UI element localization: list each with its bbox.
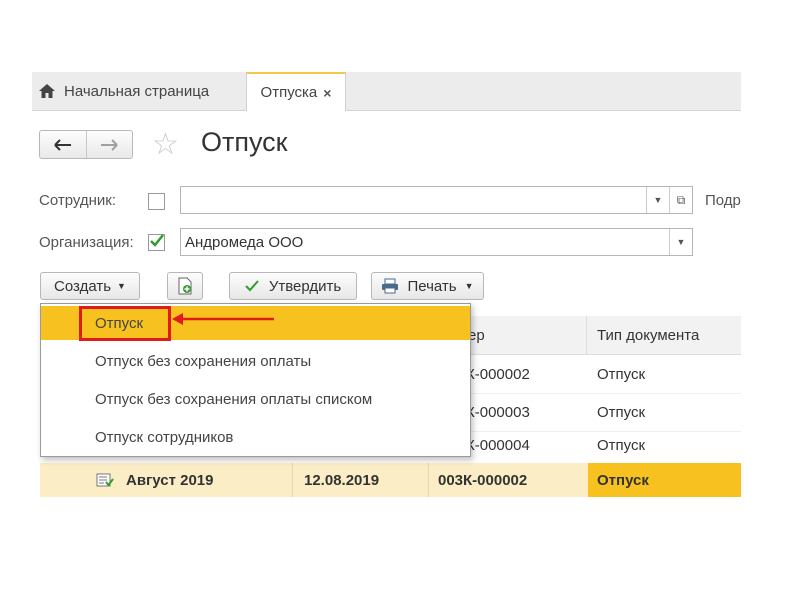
column-divider [428,463,429,497]
column-header-doc-type[interactable]: Тип документа [597,316,699,354]
create-button-label: Создать [54,277,112,295]
open-window-icon: ⧉ [676,192,686,207]
cell-number: К-000004 [466,436,530,454]
organization-field[interactable]: Андромеда ООО ▼ [180,228,693,256]
tab-home[interactable]: Начальная страница [32,72,249,110]
menu-item-unpaid-vacation-list[interactable]: Отпуск без сохранения оплаты списком [41,380,470,418]
cell-number: К-000003 [466,403,530,421]
organization-value: Андромеда ООО [185,233,304,251]
checkmark-icon [150,234,164,247]
menu-item-employee-vacations[interactable]: Отпуск сотрудников [41,418,470,456]
subdivision-label: Подр [705,192,741,209]
menu-item-unpaid-vacation[interactable]: Отпуск без сохранения оплаты [41,342,470,380]
print-button[interactable]: Печать ▼ [371,272,484,300]
print-button-label: Печать [407,277,457,295]
organization-label: Организация: [39,234,134,251]
cell-doc-type: Отпуск [597,365,646,383]
home-icon [39,84,55,98]
employee-label: Сотрудник: [39,192,117,209]
checkmark-icon [245,280,259,292]
page-title: Отпуск [201,127,288,157]
column-divider [292,463,293,497]
tab-home-label: Начальная страница [64,82,210,100]
nav-buttons [39,130,133,159]
document-posted-icon [96,473,114,487]
copy-document-button[interactable] [167,272,203,300]
document-add-icon [178,277,192,295]
chevron-down-icon: ▼ [464,281,474,291]
cell-period: Август 2019 [126,471,214,489]
organization-dropdown-button[interactable]: ▼ [669,229,692,255]
cell-number: К-000002 [466,365,530,383]
tab-bar: Начальная страница Отпуска × [32,72,741,111]
approve-button[interactable]: Утвердить [229,272,357,300]
forward-button[interactable] [85,131,133,158]
chevron-down-icon: ▼ [117,281,126,291]
organization-checkbox[interactable] [148,234,165,251]
employee-checkbox[interactable] [148,193,165,210]
highlight-box [79,306,171,341]
chevron-down-icon: ▼ [653,195,663,205]
create-button[interactable]: Создать ▼ [40,272,140,300]
chevron-down-icon: ▼ [676,237,686,247]
cell-doc-type: Отпуск [597,403,646,421]
table-row-selected[interactable]: Август 2019 12.08.2019 003К-000002 Отпус… [40,463,741,497]
cell-doc-type: Отпуск [588,463,741,497]
approve-button-label: Утвердить [268,277,342,295]
cell-doc-type: Отпуск [597,436,646,454]
favorite-star-icon[interactable]: ☆ [152,127,179,162]
red-arrow-icon [172,313,274,325]
arrow-right-icon [101,138,118,151]
employee-dropdown-button[interactable]: ▼ [646,187,669,213]
back-button[interactable] [40,131,86,158]
employee-open-button[interactable]: ⧉ [669,187,692,213]
arrow-left-icon [54,138,71,151]
column-divider [586,316,587,354]
tab-vacations[interactable]: Отпуска × [246,72,346,111]
tab-vacations-label: Отпуска [260,84,318,101]
cell-number: 003К-000002 [438,471,528,489]
printer-icon [382,278,399,294]
cell-date: 12.08.2019 [304,471,380,489]
employee-field[interactable]: ▼ ⧉ [180,186,693,214]
close-icon[interactable]: × [323,85,331,101]
